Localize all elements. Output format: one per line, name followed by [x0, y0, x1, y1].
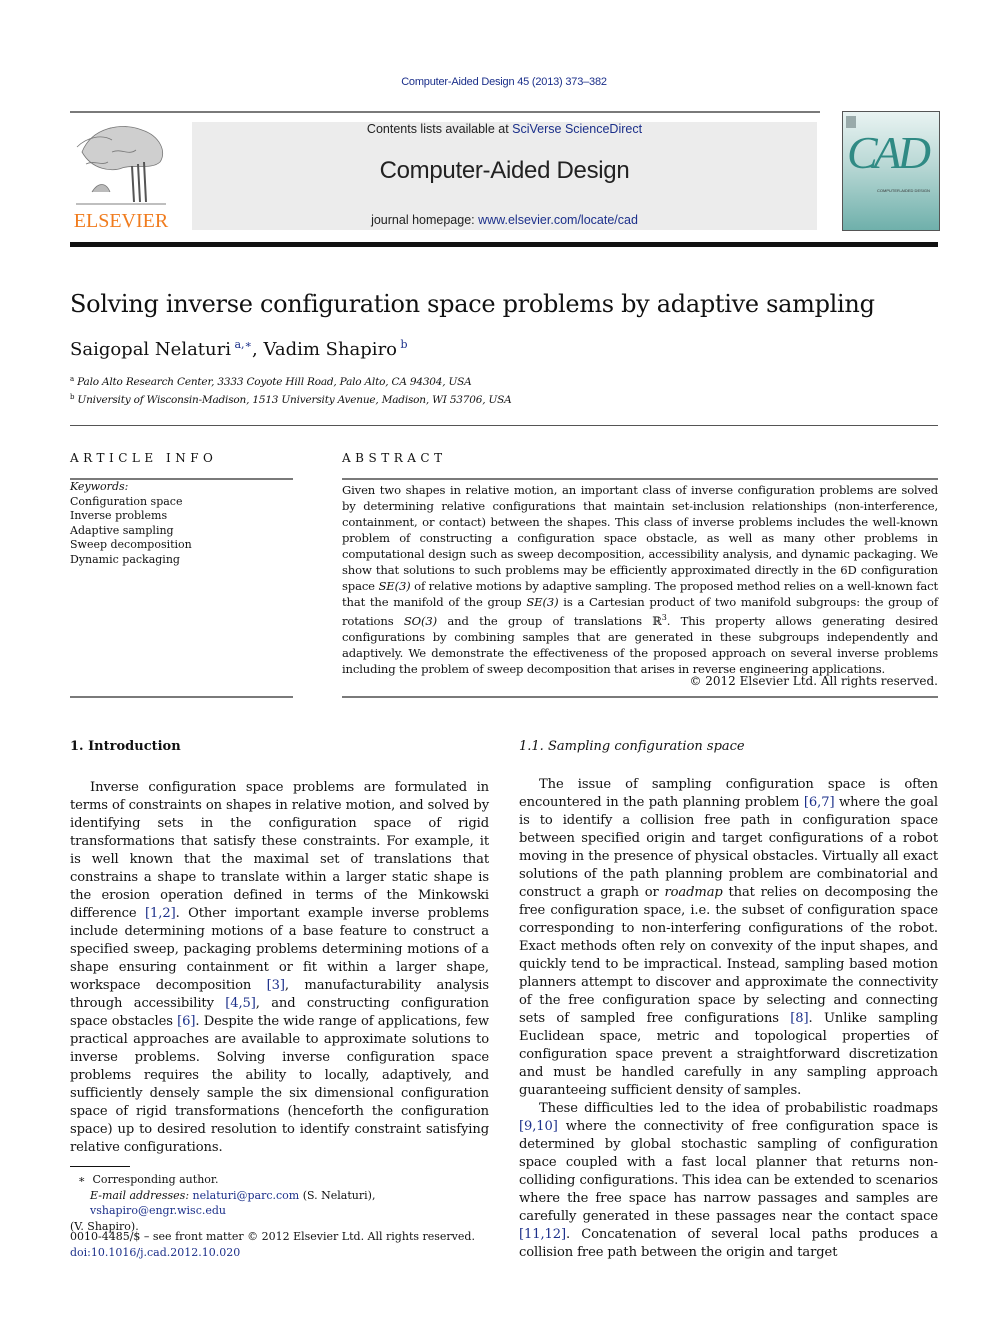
cover-subtitle: COMPUTER-AIDED DESIGN [877, 188, 930, 193]
keywords-label: Keywords: [70, 480, 129, 493]
author-name: Vadim Shapiro [263, 339, 398, 360]
email-label: E-mail addresses: [90, 1188, 190, 1202]
footnote-text: Corresponding author. [92, 1173, 219, 1186]
affiliation-mark: b [70, 393, 75, 401]
elsevier-logo[interactable]: ELSEVIER [70, 122, 172, 232]
citation-link[interactable]: [11,12] [519, 1227, 566, 1242]
doi-link[interactable]: doi:10.1016/j.cad.2012.10.020 [70, 1246, 240, 1259]
citation-link[interactable]: [6] [177, 1014, 195, 1029]
text-fragment: Inverse configuration space problems are… [70, 780, 489, 921]
email-link[interactable]: vshapiro@engr.wisc.edu [90, 1204, 226, 1217]
abstract-fragment: and the group of translations ℝ [437, 613, 662, 628]
abstract-copyright: © 2012 Elsevier Ltd. All rights reserved… [689, 674, 938, 688]
header-thick-rule [70, 242, 938, 247]
footnote-line: E-mail addresses: nelaturi@parc.com (S. … [70, 1188, 490, 1219]
citation-link[interactable]: [6,7] [804, 795, 835, 810]
keyword: Adaptive sampling [70, 523, 174, 537]
abstract-bottom-rule [342, 696, 938, 698]
citation-link[interactable]: [8] [790, 1011, 808, 1026]
abstract-rule [342, 478, 938, 480]
journal-cover-image[interactable]: CAD COMPUTER-AIDED DESIGN [842, 111, 940, 231]
keyword: Dynamic packaging [70, 552, 180, 566]
text-fragment: where the connectivity of free configura… [519, 1119, 938, 1224]
subsection-heading-sampling: 1.1. Sampling configuration space [519, 739, 745, 754]
section-heading-introduction: 1. Introduction [70, 739, 181, 754]
paragraph: These difficulties led to the idea of pr… [519, 1100, 938, 1262]
header-rule [70, 111, 820, 113]
keyword: Inverse problems [70, 509, 168, 522]
journal-homepage-line: journal homepage: www.elsevier.com/locat… [192, 213, 817, 227]
abstract-fragment: Given two shapes in relative motion, an … [342, 483, 938, 593]
affiliation: a Palo Alto Research Center, 3333 Coyote… [70, 375, 472, 388]
affiliation: b University of Wisconsin-Madison, 1513 … [70, 393, 512, 406]
footnote-line: ∗ Corresponding author. [70, 1172, 490, 1188]
text-fragment: that relies on decomposing the free conf… [519, 885, 938, 1026]
keyword: Configuration space [70, 494, 183, 508]
math-so3: SO(3) [403, 613, 438, 628]
abstract-heading: ABSTRACT [342, 451, 447, 465]
affiliation-mark: a [70, 375, 74, 383]
citation-link[interactable]: [1,2] [145, 906, 176, 921]
elsevier-wordmark: ELSEVIER [73, 210, 169, 232]
author-affiliation-link[interactable]: b [401, 338, 408, 351]
author-name: Saigopal Nelaturi [70, 339, 231, 360]
paragraph: Inverse configuration space problems are… [70, 779, 489, 1157]
front-matter-text: 0010-4485/$ – see front matter © 2012 El… [70, 1230, 475, 1243]
keyword: Sweep decomposition [70, 538, 192, 551]
citation-link[interactable]: [4,5] [225, 996, 256, 1011]
homepage-prefix: journal homepage: [371, 213, 479, 227]
author-affiliation-link[interactable]: a,∗ [235, 338, 253, 351]
author-list: Saigopal Nelaturi a,∗, Vadim Shapiro b [70, 338, 408, 360]
corresponding-author-footnote: ∗ Corresponding author. E-mail addresses… [70, 1172, 490, 1234]
article-info-bottom-rule [70, 696, 293, 698]
elsevier-tree-icon [76, 126, 166, 205]
journal-citation[interactable]: Computer-Aided Design 45 (2013) 373–382 [0, 76, 992, 88]
email-link[interactable]: nelaturi@parc.com [193, 1189, 300, 1202]
article-info-heading: ARTICLE INFO [70, 451, 218, 465]
math-se3: SE(3) [378, 579, 411, 593]
text-fragment: . Despite the wide range of applications… [70, 1014, 489, 1155]
footnote-star: ∗ [78, 1173, 86, 1186]
affiliation-text: University of Wisconsin-Madison, 1513 Un… [77, 394, 512, 406]
keywords-list: Keywords: Configuration space Inverse pr… [70, 480, 192, 567]
citation-link[interactable]: [3] [267, 978, 285, 993]
sciencedirect-link[interactable]: SciVerse ScienceDirect [512, 122, 642, 136]
cover-cad-text: CAD [847, 127, 931, 178]
journal-banner: Contents lists available at SciVerse Sci… [192, 122, 817, 230]
paper-title: Solving inverse configuration space prob… [70, 290, 875, 318]
title-divider [70, 425, 938, 426]
citation-link[interactable]: [9,10] [519, 1119, 558, 1134]
abstract-text: Given two shapes in relative motion, an … [342, 482, 938, 677]
math-se3: SE(3) [526, 595, 559, 609]
contents-line: Contents lists available at SciVerse Sci… [192, 122, 817, 136]
text-fragment: . Concatenation of several local paths p… [519, 1227, 938, 1260]
text-fragment: These difficulties led to the idea of pr… [539, 1101, 938, 1116]
emphasis-roadmap: roadmap [664, 885, 723, 900]
email-owner: (S. Nelaturi), [299, 1188, 376, 1202]
front-matter: 0010-4485/$ – see front matter © 2012 El… [70, 1229, 490, 1260]
journal-name: Computer-Aided Design [379, 157, 630, 184]
paragraph: The issue of sampling configuration spac… [519, 776, 938, 1100]
affiliation-text: Palo Alto Research Center, 3333 Coyote H… [77, 376, 472, 388]
footnote-rule [70, 1166, 130, 1167]
introduction-body: Inverse configuration space problems are… [70, 779, 489, 1157]
sampling-section-body: The issue of sampling configuration spac… [519, 776, 938, 1262]
contents-prefix: Contents lists available at [366, 122, 513, 136]
journal-homepage-link[interactable]: www.elsevier.com/locate/cad [478, 213, 638, 227]
